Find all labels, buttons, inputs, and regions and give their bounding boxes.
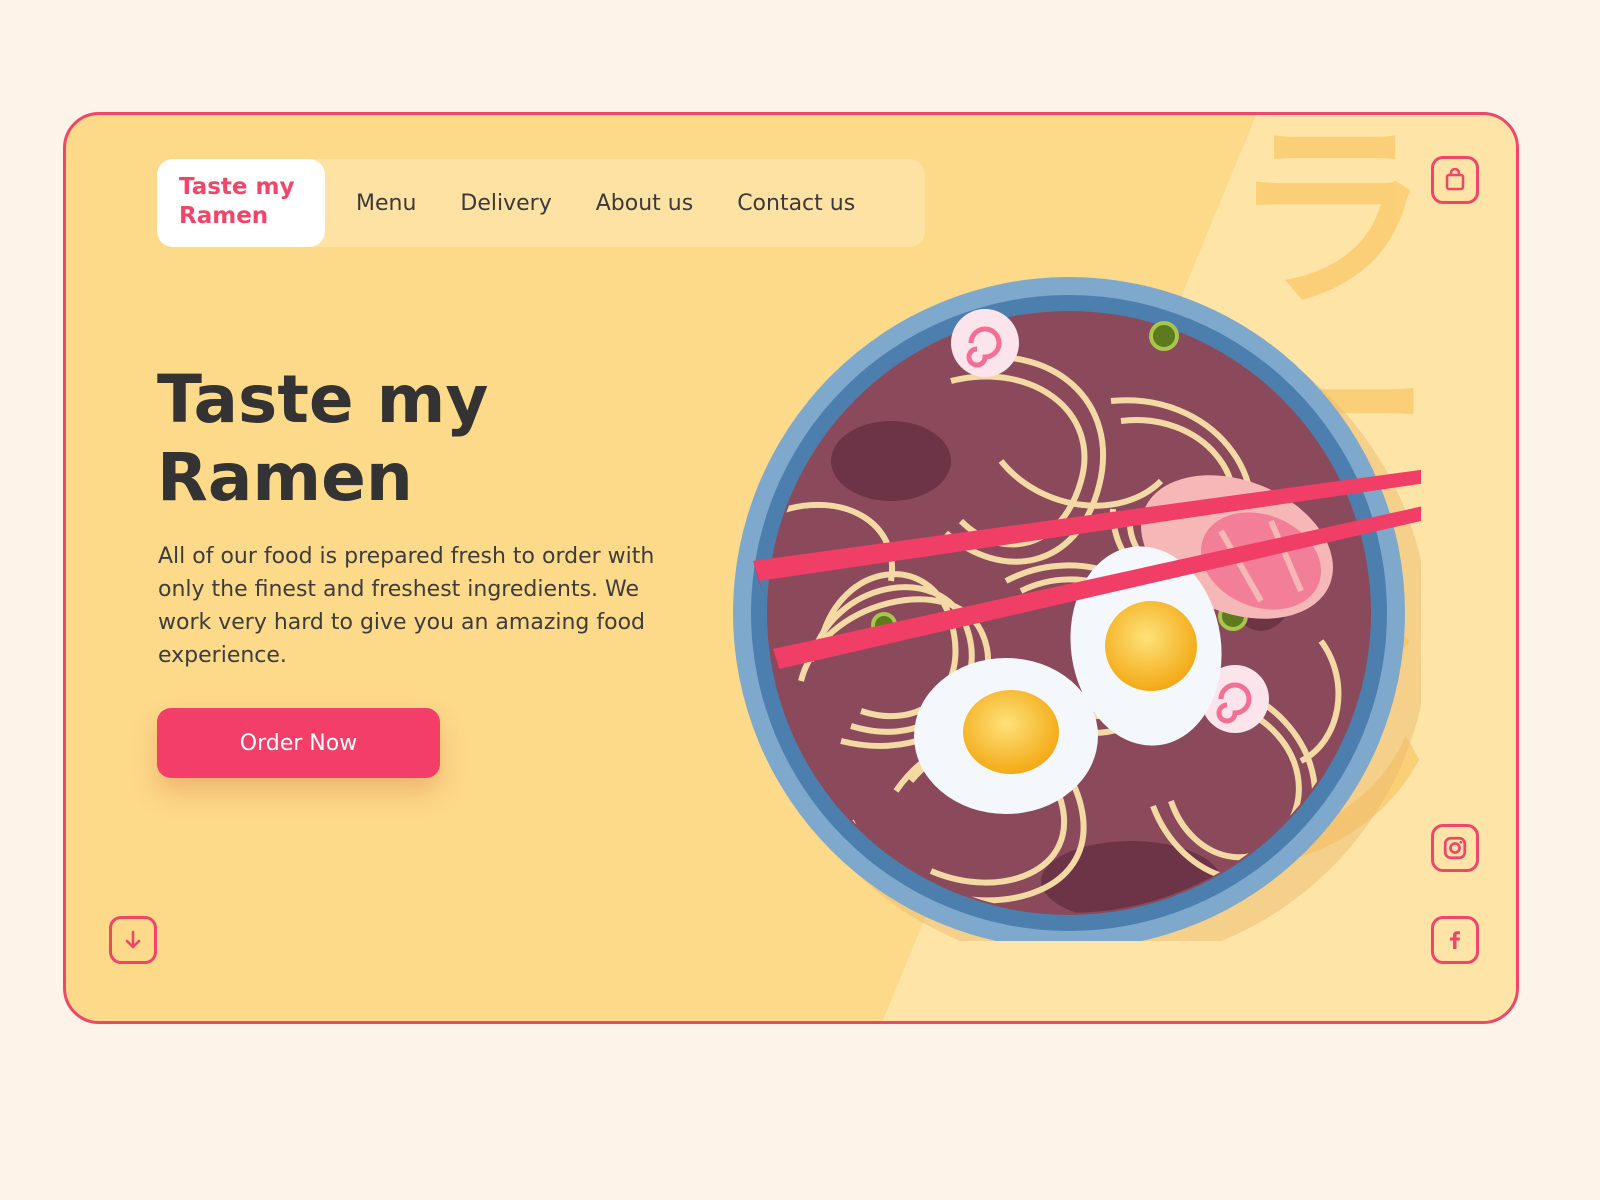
top-navigation: Taste my Ramen Menu Delivery About us Co…	[157, 159, 925, 247]
hero-title-line-2: Ramen	[157, 439, 413, 516]
nav-item-about-us[interactable]: About us	[596, 191, 693, 216]
arrow-down-icon	[125, 930, 141, 949]
logo-line-2: Ramen	[179, 203, 269, 229]
logo-line-1: Taste my	[179, 174, 295, 200]
hero-title-line-1: Taste my	[157, 361, 489, 438]
shopping-bag-icon	[1445, 168, 1465, 191]
nav-item-contact-us[interactable]: Contact us	[737, 191, 855, 216]
nav-item-menu[interactable]: Menu	[356, 191, 416, 216]
nav-item-delivery[interactable]: Delivery	[460, 191, 551, 216]
instagram-button[interactable]	[1431, 824, 1479, 872]
boiled-egg-left	[914, 658, 1098, 814]
hero-description: All of our food is prepared fresh to ord…	[158, 544, 655, 668]
narutomaki-slice-1	[951, 309, 1019, 377]
ramen-bowl-illustration	[733, 277, 1421, 941]
scallion	[1149, 321, 1179, 351]
facebook-icon	[1450, 931, 1460, 949]
order-now-button[interactable]: Order Now	[157, 708, 440, 778]
scroll-down-button[interactable]	[109, 916, 157, 964]
nav-links: Menu Delivery About us Contact us	[356, 191, 855, 216]
landing-card: ラ ー メ ン Taste my Ramen Menu Delivery Abo…	[63, 112, 1519, 1024]
instagram-icon	[1443, 836, 1467, 860]
shopping-bag-button[interactable]	[1431, 156, 1479, 204]
brand-logo[interactable]: Taste my Ramen	[157, 159, 325, 247]
hero-title: Taste my Ramen	[157, 361, 617, 517]
facebook-button[interactable]	[1431, 916, 1479, 964]
